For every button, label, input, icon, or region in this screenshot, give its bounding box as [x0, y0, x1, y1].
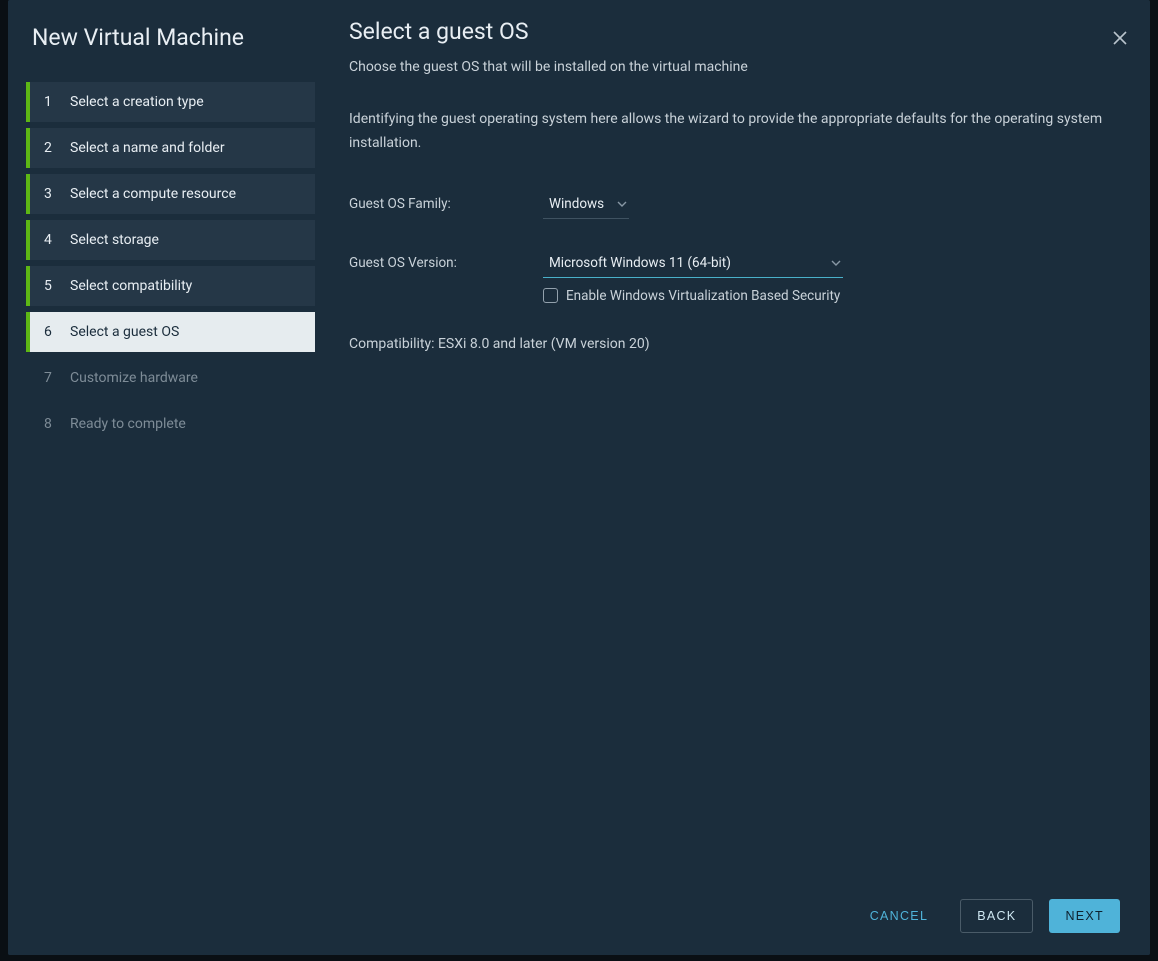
step-storage[interactable]: 4 Select storage [26, 220, 315, 260]
step-number: 3 [44, 186, 64, 202]
new-vm-wizard-dialog: New Virtual Machine 1 Select a creation … [8, 0, 1150, 955]
guest-os-version-label: Guest OS Version: [349, 249, 543, 271]
step-number: 6 [44, 324, 64, 340]
wizard-steps-list: 1 Select a creation type 2 Select a name… [8, 82, 315, 444]
step-number: 4 [44, 232, 64, 248]
guest-os-family-select[interactable]: Windows [543, 190, 629, 219]
step-number: 2 [44, 140, 64, 156]
step-label: Customize hardware [70, 370, 198, 386]
step-label: Select a name and folder [70, 140, 225, 156]
step-label: Select a guest OS [70, 324, 179, 340]
next-button[interactable]: NEXT [1049, 899, 1120, 933]
step-compute-resource[interactable]: 3 Select a compute resource [26, 174, 315, 214]
step-compatibility[interactable]: 5 Select compatibility [26, 266, 315, 306]
step-label: Select compatibility [70, 278, 192, 294]
cancel-button[interactable]: CANCEL [854, 899, 945, 933]
step-name-folder[interactable]: 2 Select a name and folder [26, 128, 315, 168]
chevron-down-icon [617, 199, 627, 209]
step-creation-type[interactable]: 1 Select a creation type [26, 82, 315, 122]
step-ready-complete: 8 Ready to complete [26, 404, 315, 444]
wizard-title: New Virtual Machine [8, 18, 315, 79]
vbs-checkbox[interactable] [543, 288, 558, 303]
guest-os-version-select[interactable]: Microsoft Windows 11 (64-bit) [543, 249, 843, 278]
vbs-checkbox-label: Enable Windows Virtualization Based Secu… [566, 288, 840, 304]
step-number: 8 [44, 416, 64, 432]
close-icon [1112, 30, 1128, 50]
guest-os-version-row: Guest OS Version: Microsoft Windows 11 (… [349, 249, 1128, 304]
step-customize-hardware: 7 Customize hardware [26, 358, 315, 398]
compatibility-text: Compatibility: ESXi 8.0 and later (VM ve… [349, 336, 1128, 352]
step-label: Ready to complete [70, 416, 186, 432]
step-label: Select storage [70, 232, 159, 248]
guest-os-family-label: Guest OS Family: [349, 190, 543, 212]
page-description: Identifying the guest operating system h… [349, 108, 1128, 156]
step-number: 5 [44, 278, 64, 294]
guest-os-family-row: Guest OS Family: Windows [349, 190, 1128, 219]
wizard-footer: CANCEL BACK NEXT [349, 879, 1128, 955]
step-number: 1 [44, 94, 64, 110]
page-subtitle: Choose the guest OS that will be install… [349, 57, 748, 78]
step-label: Select a creation type [70, 94, 204, 110]
close-button[interactable] [1106, 26, 1134, 54]
guest-os-version-value: Microsoft Windows 11 (64-bit) [549, 255, 731, 271]
back-button[interactable]: BACK [960, 899, 1033, 933]
vbs-checkbox-row: Enable Windows Virtualization Based Secu… [543, 288, 1128, 304]
wizard-main-panel: Select a guest OS Choose the guest OS th… [315, 0, 1150, 955]
step-label: Select a compute resource [70, 186, 236, 202]
guest-os-family-value: Windows [549, 196, 604, 212]
step-number: 7 [44, 370, 64, 386]
wizard-sidebar: New Virtual Machine 1 Select a creation … [8, 0, 315, 955]
chevron-down-icon [831, 258, 841, 268]
main-header: Select a guest OS Choose the guest OS th… [349, 18, 1128, 108]
page-title: Select a guest OS [349, 18, 748, 45]
step-guest-os[interactable]: 6 Select a guest OS [26, 312, 315, 352]
